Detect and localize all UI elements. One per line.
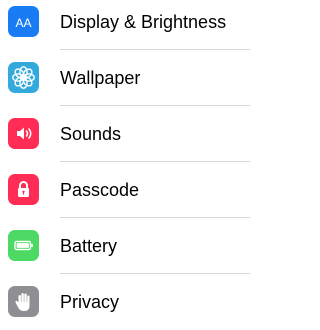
settings-item-passcode[interactable]: Passcode (0, 162, 250, 218)
settings-item-sounds[interactable]: Sounds (0, 106, 250, 162)
settings-item-label: Passcode (60, 180, 140, 200)
hand-icon (8, 286, 39, 317)
speaker-icon (8, 118, 39, 149)
display-brightness-icon: AA (8, 6, 39, 37)
settings-item-label: Battery (60, 236, 118, 256)
battery-icon (8, 230, 39, 261)
settings-item-wallpaper[interactable]: Wallpaper (0, 50, 250, 106)
settings-item-label: Wallpaper (60, 68, 141, 88)
settings-item-battery[interactable]: Battery (0, 218, 250, 274)
settings-item-label: Display & Brightness (60, 12, 227, 32)
lock-icon (8, 174, 39, 205)
settings-item-label: Privacy (60, 292, 120, 312)
wallpaper-flower-icon (8, 62, 39, 93)
settings-item-label: Sounds (60, 124, 122, 144)
display-brightness-glyph: AA (15, 16, 31, 30)
settings-item-privacy[interactable]: Privacy (0, 274, 250, 330)
settings-item-display-brightness[interactable]: AA Display & Brightness (0, 0, 250, 50)
